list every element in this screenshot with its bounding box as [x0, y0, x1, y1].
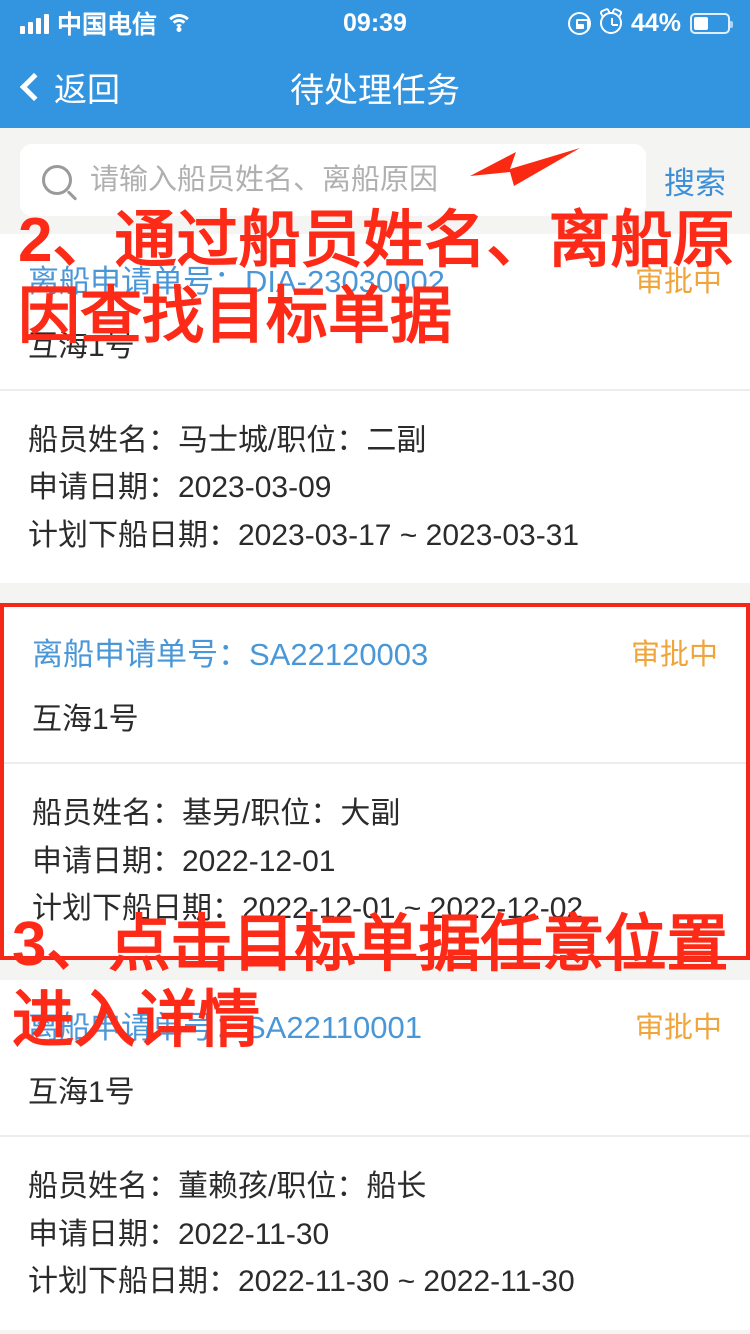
search-icon: [42, 165, 72, 195]
plan-date-row: 计划下船日期：2023-03-17 ~ 2023-03-31: [28, 518, 580, 552]
rotation-lock-icon: [567, 11, 591, 35]
battery-icon: [690, 12, 733, 34]
card-header: 离船申请单号：SA22110001 审批中: [0, 980, 750, 1067]
card-body: 船员姓名：董赖孩/职位：船长 申请日期：2022-11-30 计划下船日期：20…: [0, 1137, 750, 1329]
card-header: 离船申请单号：SA22120003 审批中: [4, 607, 746, 694]
task-list: 离船申请单号：DIA-23030002 审批中 互海1号 船员姓名：马士城/职位…: [0, 234, 750, 1334]
list-item[interactable]: 离船申请单号：DIA-23030002 审批中 互海1号 船员姓名：马士城/职位…: [0, 234, 750, 584]
chevron-left-icon: [19, 72, 49, 102]
crew-name-row: 船员姓名：基另/职位：大副: [32, 797, 401, 831]
status-badge: 审批中: [634, 265, 722, 298]
list-item[interactable]: 离船申请单号：SA22110001 审批中 互海1号 船员姓名：董赖孩/职位：船…: [0, 980, 750, 1330]
nav-bar: 返回 待处理任务: [0, 46, 750, 128]
ship-name: 互海1号: [32, 703, 139, 737]
plan-date-row: 计划下船日期：2022-12-01 ~ 2022-12-02: [32, 891, 584, 925]
status-badge: 审批中: [634, 1011, 722, 1044]
apply-date-row: 申请日期：2023-03-09: [28, 471, 332, 505]
application-number: 离船申请单号：SA22110001: [28, 1010, 422, 1046]
search-button[interactable]: 搜索: [660, 158, 730, 203]
back-button-label: 返回: [54, 71, 120, 108]
status-bar-right: 44%: [567, 8, 733, 38]
status-bar: 中国电信 09:39 44%: [0, 0, 750, 46]
alarm-clock-icon: [599, 12, 622, 34]
card-header: 离船申请单号：DIA-23030002 审批中: [0, 234, 750, 321]
plan-date-row: 计划下船日期：2022-11-30 ~ 2022-11-30: [28, 1265, 575, 1299]
apply-date-row: 申请日期：2022-11-30: [28, 1217, 330, 1251]
card-body: 船员姓名：基另/职位：大副 申请日期：2022-12-01 计划下船日期：202…: [4, 764, 746, 956]
list-gap: [0, 1329, 750, 1334]
list-gap: [0, 583, 750, 604]
status-badge: 审批中: [630, 638, 718, 671]
crew-name-row: 船员姓名：董赖孩/职位：船长: [28, 1170, 427, 1204]
search-input[interactable]: [90, 163, 624, 197]
phone-screen: 中国电信 09:39 44% 返回 待处理任务 搜索 离船申请单号：DI: [0, 0, 750, 1334]
card-body: 船员姓名：马士城/职位：二副 申请日期：2023-03-09 计划下船日期：20…: [0, 391, 750, 583]
crew-name-row: 船员姓名：马士城/职位：二副: [28, 424, 427, 457]
application-number: 离船申请单号：SA22120003: [32, 637, 429, 673]
list-item-selected[interactable]: 离船申请单号：SA22120003 审批中 互海1号 船员姓名：基另/职位：大副…: [0, 603, 750, 961]
ship-name: 互海1号: [28, 330, 135, 363]
application-number: 离船申请单号：DIA-23030002: [28, 264, 445, 299]
search-bar: 搜索: [0, 128, 750, 234]
list-gap: [0, 960, 750, 981]
search-field-container[interactable]: [20, 144, 646, 216]
back-button[interactable]: 返回: [0, 63, 120, 111]
apply-date-row: 申请日期：2022-12-01: [32, 844, 336, 878]
battery-percent-label: 44%: [630, 8, 681, 37]
ship-name: 互海1号: [28, 1076, 135, 1110]
